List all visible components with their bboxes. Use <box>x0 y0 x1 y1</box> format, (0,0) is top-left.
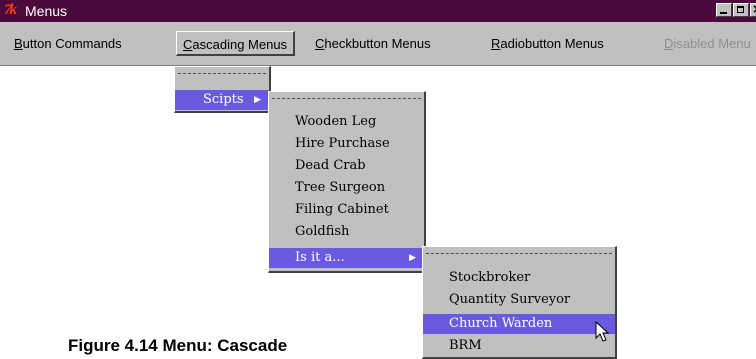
submenu-arrow-icon: ▶ <box>254 95 261 105</box>
menubar-divider <box>0 65 756 66</box>
menu-item-is-it-a[interactable]: Is it a... ▶ <box>269 248 424 268</box>
maximize-button[interactable] <box>733 3 749 17</box>
scripts-submenu: Wooden Leg Hire Purchase Dead Crab Tree … <box>268 91 426 273</box>
tk-icon[interactable]: 7k <box>4 2 17 19</box>
menu-item-label: Hire Purchase <box>295 136 390 151</box>
tearoff-line[interactable] <box>178 73 266 74</box>
close-button[interactable]: × <box>750 2 756 17</box>
menu-item-quantity-surveyor[interactable]: Quantity Surveyor <box>423 290 615 310</box>
menu-button-commands[interactable]: Button Commands <box>14 36 122 51</box>
minimize-button[interactable] <box>716 3 732 17</box>
menu-label: heckbutton Menus <box>324 36 431 51</box>
menu-item-label: Wooden Leg <box>295 114 377 129</box>
menu-item-label: Quantity Surveyor <box>449 292 571 307</box>
menu-accel: B <box>14 36 23 51</box>
menu-label: ascading Menus <box>192 37 288 52</box>
menu-disabled-menu: Disabled Menu <box>664 36 751 51</box>
figure-caption: Figure 4.14 Menu: Cascade <box>68 336 288 355</box>
menu-item-label: Dead Crab <box>295 158 366 173</box>
cascade-dropdown: Scipts ▶ <box>174 66 271 113</box>
menu-bar: Button Commands Cascading Menus Checkbut… <box>0 22 756 66</box>
menu-item-brm[interactable]: BRM <box>423 336 615 356</box>
menu-item-church-warden[interactable]: Church Warden <box>423 314 615 334</box>
menu-item-tree-surgeon[interactable]: Tree Surgeon <box>269 178 424 198</box>
menu-item-filing-cabinet[interactable]: Filing Cabinet <box>269 200 424 220</box>
menu-checkbutton-menus[interactable]: Checkbutton Menus <box>315 36 431 51</box>
title-bar[interactable]: 7k Menus × <box>0 0 756 22</box>
menu-accel: R <box>491 36 501 51</box>
menu-item-label: Tree Surgeon <box>295 180 386 195</box>
menu-accel: C <box>315 36 325 51</box>
menu-item-wooden-leg[interactable]: Wooden Leg <box>269 112 424 132</box>
menu-item-scipts[interactable]: Scipts ▶ <box>175 90 269 110</box>
menu-label: isabled Menu <box>673 36 751 51</box>
menu-item-dead-crab[interactable]: Dead Crab <box>269 156 424 176</box>
close-icon: × <box>752 2 756 16</box>
menu-accel: C <box>183 37 193 52</box>
menu-item-label: Filing Cabinet <box>295 202 389 217</box>
menu-item-stockbroker[interactable]: Stockbroker <box>423 268 615 288</box>
menu-label: adiobutton Menus <box>500 36 604 51</box>
menu-item-label: Is it a... <box>295 250 345 265</box>
submenu-arrow-icon: ▶ <box>409 253 416 263</box>
window-title: Menus <box>25 3 68 19</box>
menu-item-goldfish[interactable]: Goldfish <box>269 222 424 242</box>
menu-item-label: BRM <box>449 338 482 353</box>
is-it-a-submenu: Stockbroker Quantity Surveyor Church War… <box>422 246 617 359</box>
tearoff-line[interactable] <box>426 253 612 254</box>
menu-radiobutton-menus[interactable]: Radiobutton Menus <box>491 36 604 51</box>
menu-item-label: Goldfish <box>295 224 350 239</box>
mouse-pointer-icon <box>595 321 610 342</box>
menu-item-hire-purchase[interactable]: Hire Purchase <box>269 134 424 154</box>
tearoff-line[interactable] <box>272 98 421 99</box>
menu-cascading-menus[interactable]: Cascading Menus <box>176 31 296 56</box>
app-window: 7k Menus × Button Commands Cascading Men… <box>0 0 756 66</box>
menu-label: utton Commands <box>22 36 122 51</box>
menu-item-label: Scipts <box>203 92 244 107</box>
menu-item-label: Church Warden <box>449 316 553 331</box>
menu-item-label: Stockbroker <box>449 270 531 285</box>
menu-accel: D <box>664 36 674 51</box>
